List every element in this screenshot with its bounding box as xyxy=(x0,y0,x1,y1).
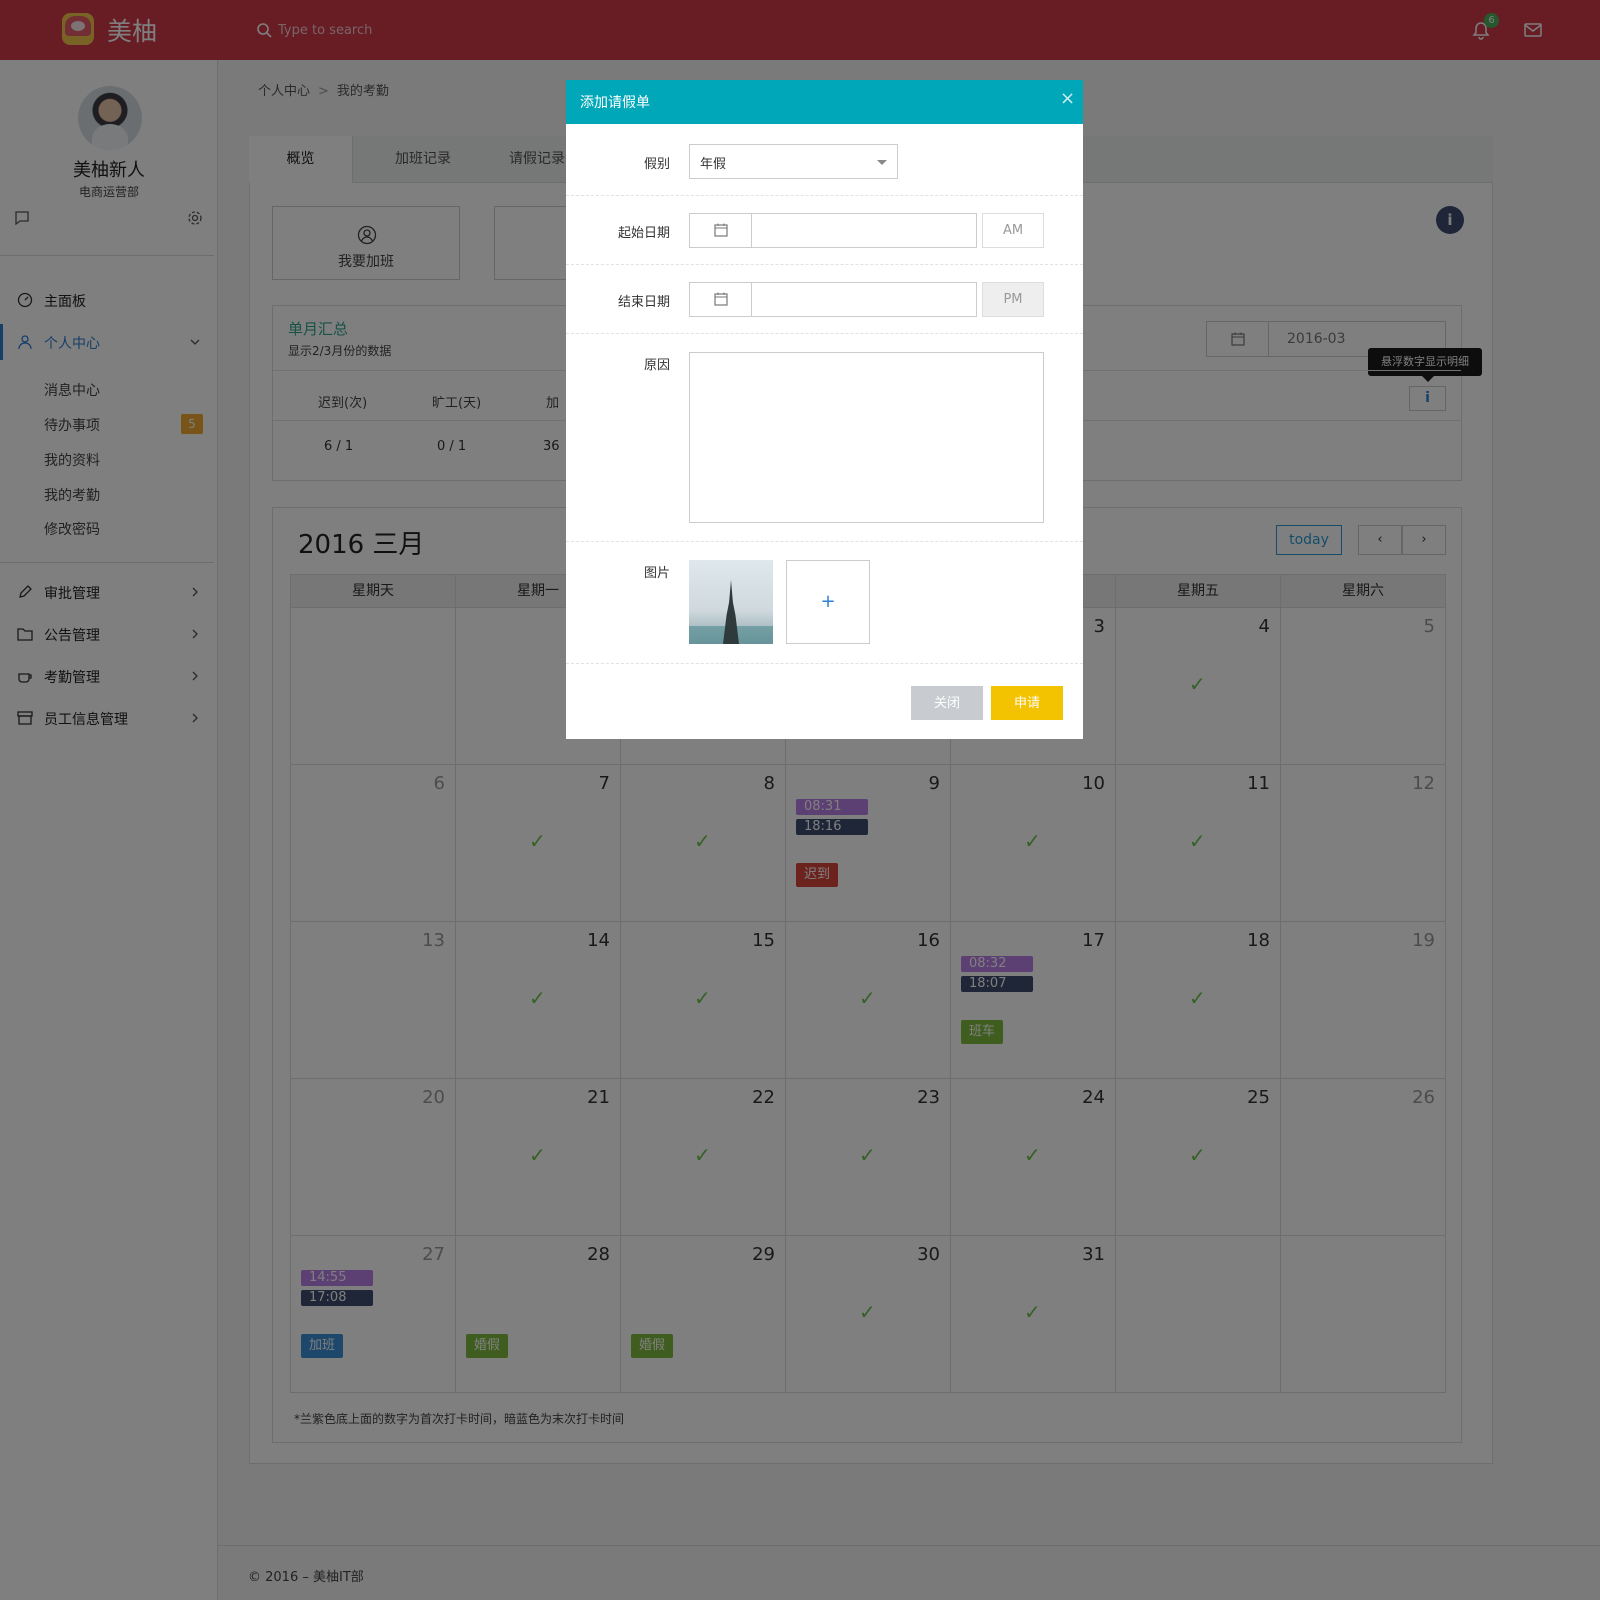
modal-header: 添加请假单 × xyxy=(566,80,1083,124)
row-divider xyxy=(566,195,1083,196)
row-divider xyxy=(566,541,1083,542)
start-ampm-toggle[interactable]: AM xyxy=(982,213,1044,248)
calendar-icon xyxy=(714,223,728,241)
image-label: 图片 xyxy=(643,566,670,581)
add-image-button[interactable]: + xyxy=(786,560,870,644)
add-leave-modal: 添加请假单 × 假别 年假 起始日期 AM 结束日期 PM 原因 图片 + 关闭… xyxy=(566,80,1083,739)
leave-type-select[interactable]: 年假 xyxy=(689,144,898,179)
row-divider xyxy=(566,333,1083,334)
close-button[interactable]: 关闭 xyxy=(911,686,983,720)
end-date-label: 结束日期 xyxy=(617,295,670,310)
reason-label: 原因 xyxy=(643,358,670,373)
start-date-label: 起始日期 xyxy=(617,226,670,241)
close-icon[interactable]: × xyxy=(1060,88,1075,109)
leave-type-value: 年假 xyxy=(700,157,727,172)
calendar-icon xyxy=(714,292,728,310)
caret-down-icon xyxy=(877,160,887,170)
row-divider xyxy=(566,264,1083,265)
start-date-input[interactable] xyxy=(689,213,977,248)
end-ampm-toggle[interactable]: PM xyxy=(982,282,1044,317)
image-thumbnail[interactable] xyxy=(689,560,773,644)
row-divider xyxy=(566,663,1083,664)
leave-type-label: 假别 xyxy=(643,157,670,172)
reason-textarea[interactable] xyxy=(689,352,1044,523)
modal-title: 添加请假单 xyxy=(580,95,650,111)
apply-button[interactable]: 申请 xyxy=(991,686,1063,720)
end-date-input[interactable] xyxy=(689,282,977,317)
